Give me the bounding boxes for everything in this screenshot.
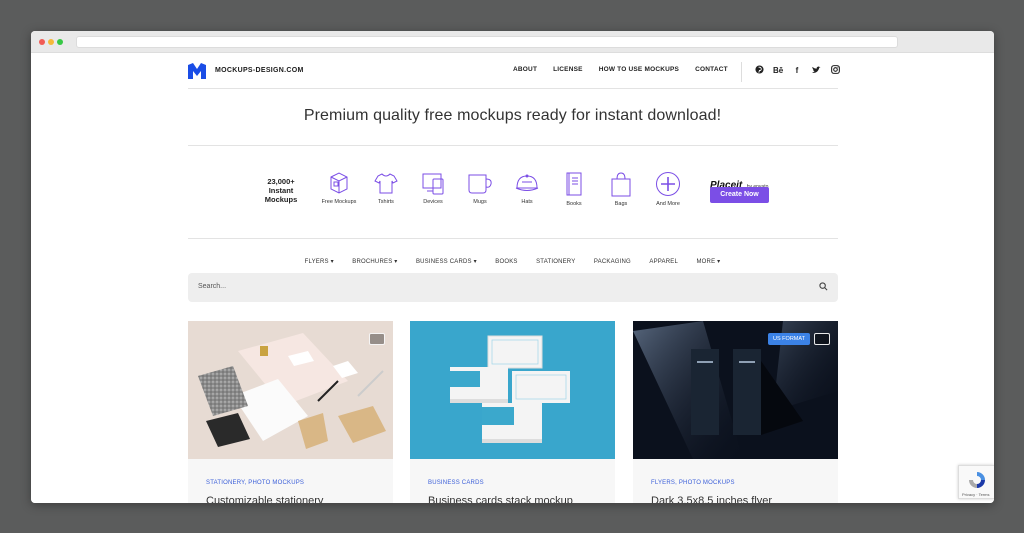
category-bags[interactable]: Bags bbox=[598, 171, 644, 207]
category-label: Hats bbox=[521, 199, 533, 205]
mug-icon bbox=[468, 174, 492, 194]
category-tshirts[interactable]: Tshirts bbox=[363, 171, 409, 205]
subnav-books[interactable]: BOOKS bbox=[495, 259, 517, 265]
devices-icon bbox=[422, 173, 444, 195]
subnav-apparel[interactable]: APPAREL bbox=[649, 259, 678, 265]
main-nav: ABOUT LICENSE HOW TO USE MOCKUPS CONTACT bbox=[513, 66, 744, 73]
address-bar[interactable] bbox=[76, 36, 898, 48]
subnav-packaging[interactable]: PACKAGING bbox=[594, 259, 631, 265]
category-devices[interactable]: Devices bbox=[410, 171, 456, 205]
twitter-icon[interactable] bbox=[811, 66, 821, 76]
nav-contact[interactable]: CONTACT bbox=[695, 66, 728, 73]
bag-icon bbox=[611, 172, 631, 197]
browser-window: MOCKUPS-DESIGN.COM ABOUT LICENSE HOW TO … bbox=[31, 31, 994, 503]
count-line-2: Instant bbox=[268, 186, 294, 195]
photo-camera-icon bbox=[369, 333, 385, 345]
search-icon[interactable] bbox=[819, 282, 828, 291]
cap-icon bbox=[515, 174, 539, 191]
category-free-mockups[interactable]: Free Mockups bbox=[316, 171, 362, 205]
recaptcha-links[interactable]: Privacy · Terms bbox=[962, 492, 989, 497]
divider bbox=[188, 145, 838, 146]
category-label: Books bbox=[566, 201, 582, 207]
hero-title: Premium quality free mockups ready for i… bbox=[303, 107, 722, 124]
card-title[interactable]: Business cards stack mockup bbox=[428, 495, 573, 503]
subnav-flyers[interactable]: FLYERS ▾ bbox=[305, 259, 334, 265]
tshirt-icon bbox=[374, 173, 398, 194]
subnav-brochures[interactable]: BROCHURES ▾ bbox=[352, 259, 397, 265]
minimize-window-button[interactable] bbox=[48, 39, 54, 45]
card-thumbnail[interactable] bbox=[410, 321, 615, 459]
recaptcha-icon bbox=[969, 472, 985, 488]
category-label: Tshirts bbox=[378, 199, 394, 205]
brand-name[interactable]: MOCKUPS-DESIGN.COM bbox=[215, 67, 304, 74]
instagram-icon[interactable] bbox=[830, 65, 840, 76]
behance-icon[interactable]: Bē bbox=[773, 66, 783, 75]
card-title[interactable]: Dark 3.5x8.5 inches flyer bbox=[651, 495, 772, 503]
nav-license[interactable]: LICENSE bbox=[553, 66, 583, 73]
card-title[interactable]: Customizable stationery bbox=[206, 495, 323, 503]
category-and-more[interactable]: And More bbox=[645, 171, 691, 207]
nav-divider bbox=[741, 62, 742, 82]
subnav-business-cards[interactable]: BUSINESS CARDS ▾ bbox=[416, 259, 477, 265]
search-input[interactable]: Search... bbox=[188, 273, 838, 302]
card-tags[interactable]: STATIONERY, PHOTO MOCKUPS bbox=[206, 480, 304, 486]
mockup-count: 23,000+ Instant Mockups bbox=[261, 177, 301, 204]
category-label: Mugs bbox=[473, 199, 487, 205]
subnav-stationery[interactable]: STATIONERY bbox=[536, 259, 575, 265]
divider bbox=[188, 238, 838, 239]
category-label: Devices bbox=[423, 199, 443, 205]
nav-about[interactable]: ABOUT bbox=[513, 66, 537, 73]
mockup-card[interactable]: BUSINESS CARDS Business cards stack mock… bbox=[410, 321, 615, 503]
page-content: MOCKUPS-DESIGN.COM ABOUT LICENSE HOW TO … bbox=[31, 53, 994, 503]
count-line-3: Mockups bbox=[264, 195, 298, 204]
subnav-more[interactable]: MORE ▾ bbox=[696, 259, 720, 265]
pinterest-icon[interactable] bbox=[754, 65, 764, 76]
recaptcha-badge[interactable]: Privacy · Terms bbox=[958, 465, 994, 499]
photo-camera-icon bbox=[814, 333, 830, 345]
search-placeholder: Search... bbox=[198, 283, 227, 290]
category-label: Bags bbox=[614, 201, 628, 207]
box-mockup-icon bbox=[330, 172, 348, 194]
format-badge: US FORMAT bbox=[768, 333, 810, 345]
card-thumbnail[interactable]: US FORMAT bbox=[633, 321, 838, 459]
category-books[interactable]: Books bbox=[551, 171, 597, 207]
category-label: And More bbox=[656, 201, 680, 207]
mockup-card[interactable]: US FORMAT FLYERS, PHOTO MOCKUPS Dark 3.5… bbox=[633, 321, 838, 503]
brand-logo-icon[interactable] bbox=[188, 63, 206, 79]
close-window-button[interactable] bbox=[39, 39, 45, 45]
create-now-button[interactable]: Create Now bbox=[710, 187, 769, 203]
plus-circle-icon bbox=[656, 172, 680, 196]
card-tags[interactable]: FLYERS, PHOTO MOCKUPS bbox=[651, 480, 735, 486]
book-icon bbox=[566, 172, 582, 196]
category-mugs[interactable]: Mugs bbox=[457, 171, 503, 205]
facebook-icon[interactable]: f bbox=[792, 66, 802, 75]
title-bar bbox=[31, 31, 994, 53]
count-number: 23,000+ bbox=[267, 177, 295, 186]
nav-how-to-use[interactable]: HOW TO USE MOCKUPS bbox=[599, 66, 679, 73]
mockup-card[interactable]: STATIONERY, PHOTO MOCKUPS Customizable s… bbox=[188, 321, 393, 503]
site-header: MOCKUPS-DESIGN.COM ABOUT LICENSE HOW TO … bbox=[188, 53, 840, 89]
maximize-window-button[interactable] bbox=[57, 39, 63, 45]
category-label: Free Mockups bbox=[321, 199, 357, 205]
category-nav: FLYERS ▾ BROCHURES ▾ BUSINESS CARDS ▾ BO… bbox=[31, 250, 994, 268]
card-thumbnail[interactable] bbox=[188, 321, 393, 459]
category-strip: 23,000+ Instant Mockups Free Mockups Tsh… bbox=[261, 171, 821, 231]
social-links: Bē f bbox=[754, 65, 840, 76]
card-tags[interactable]: BUSINESS CARDS bbox=[428, 480, 484, 486]
category-hats[interactable]: Hats bbox=[504, 171, 550, 205]
